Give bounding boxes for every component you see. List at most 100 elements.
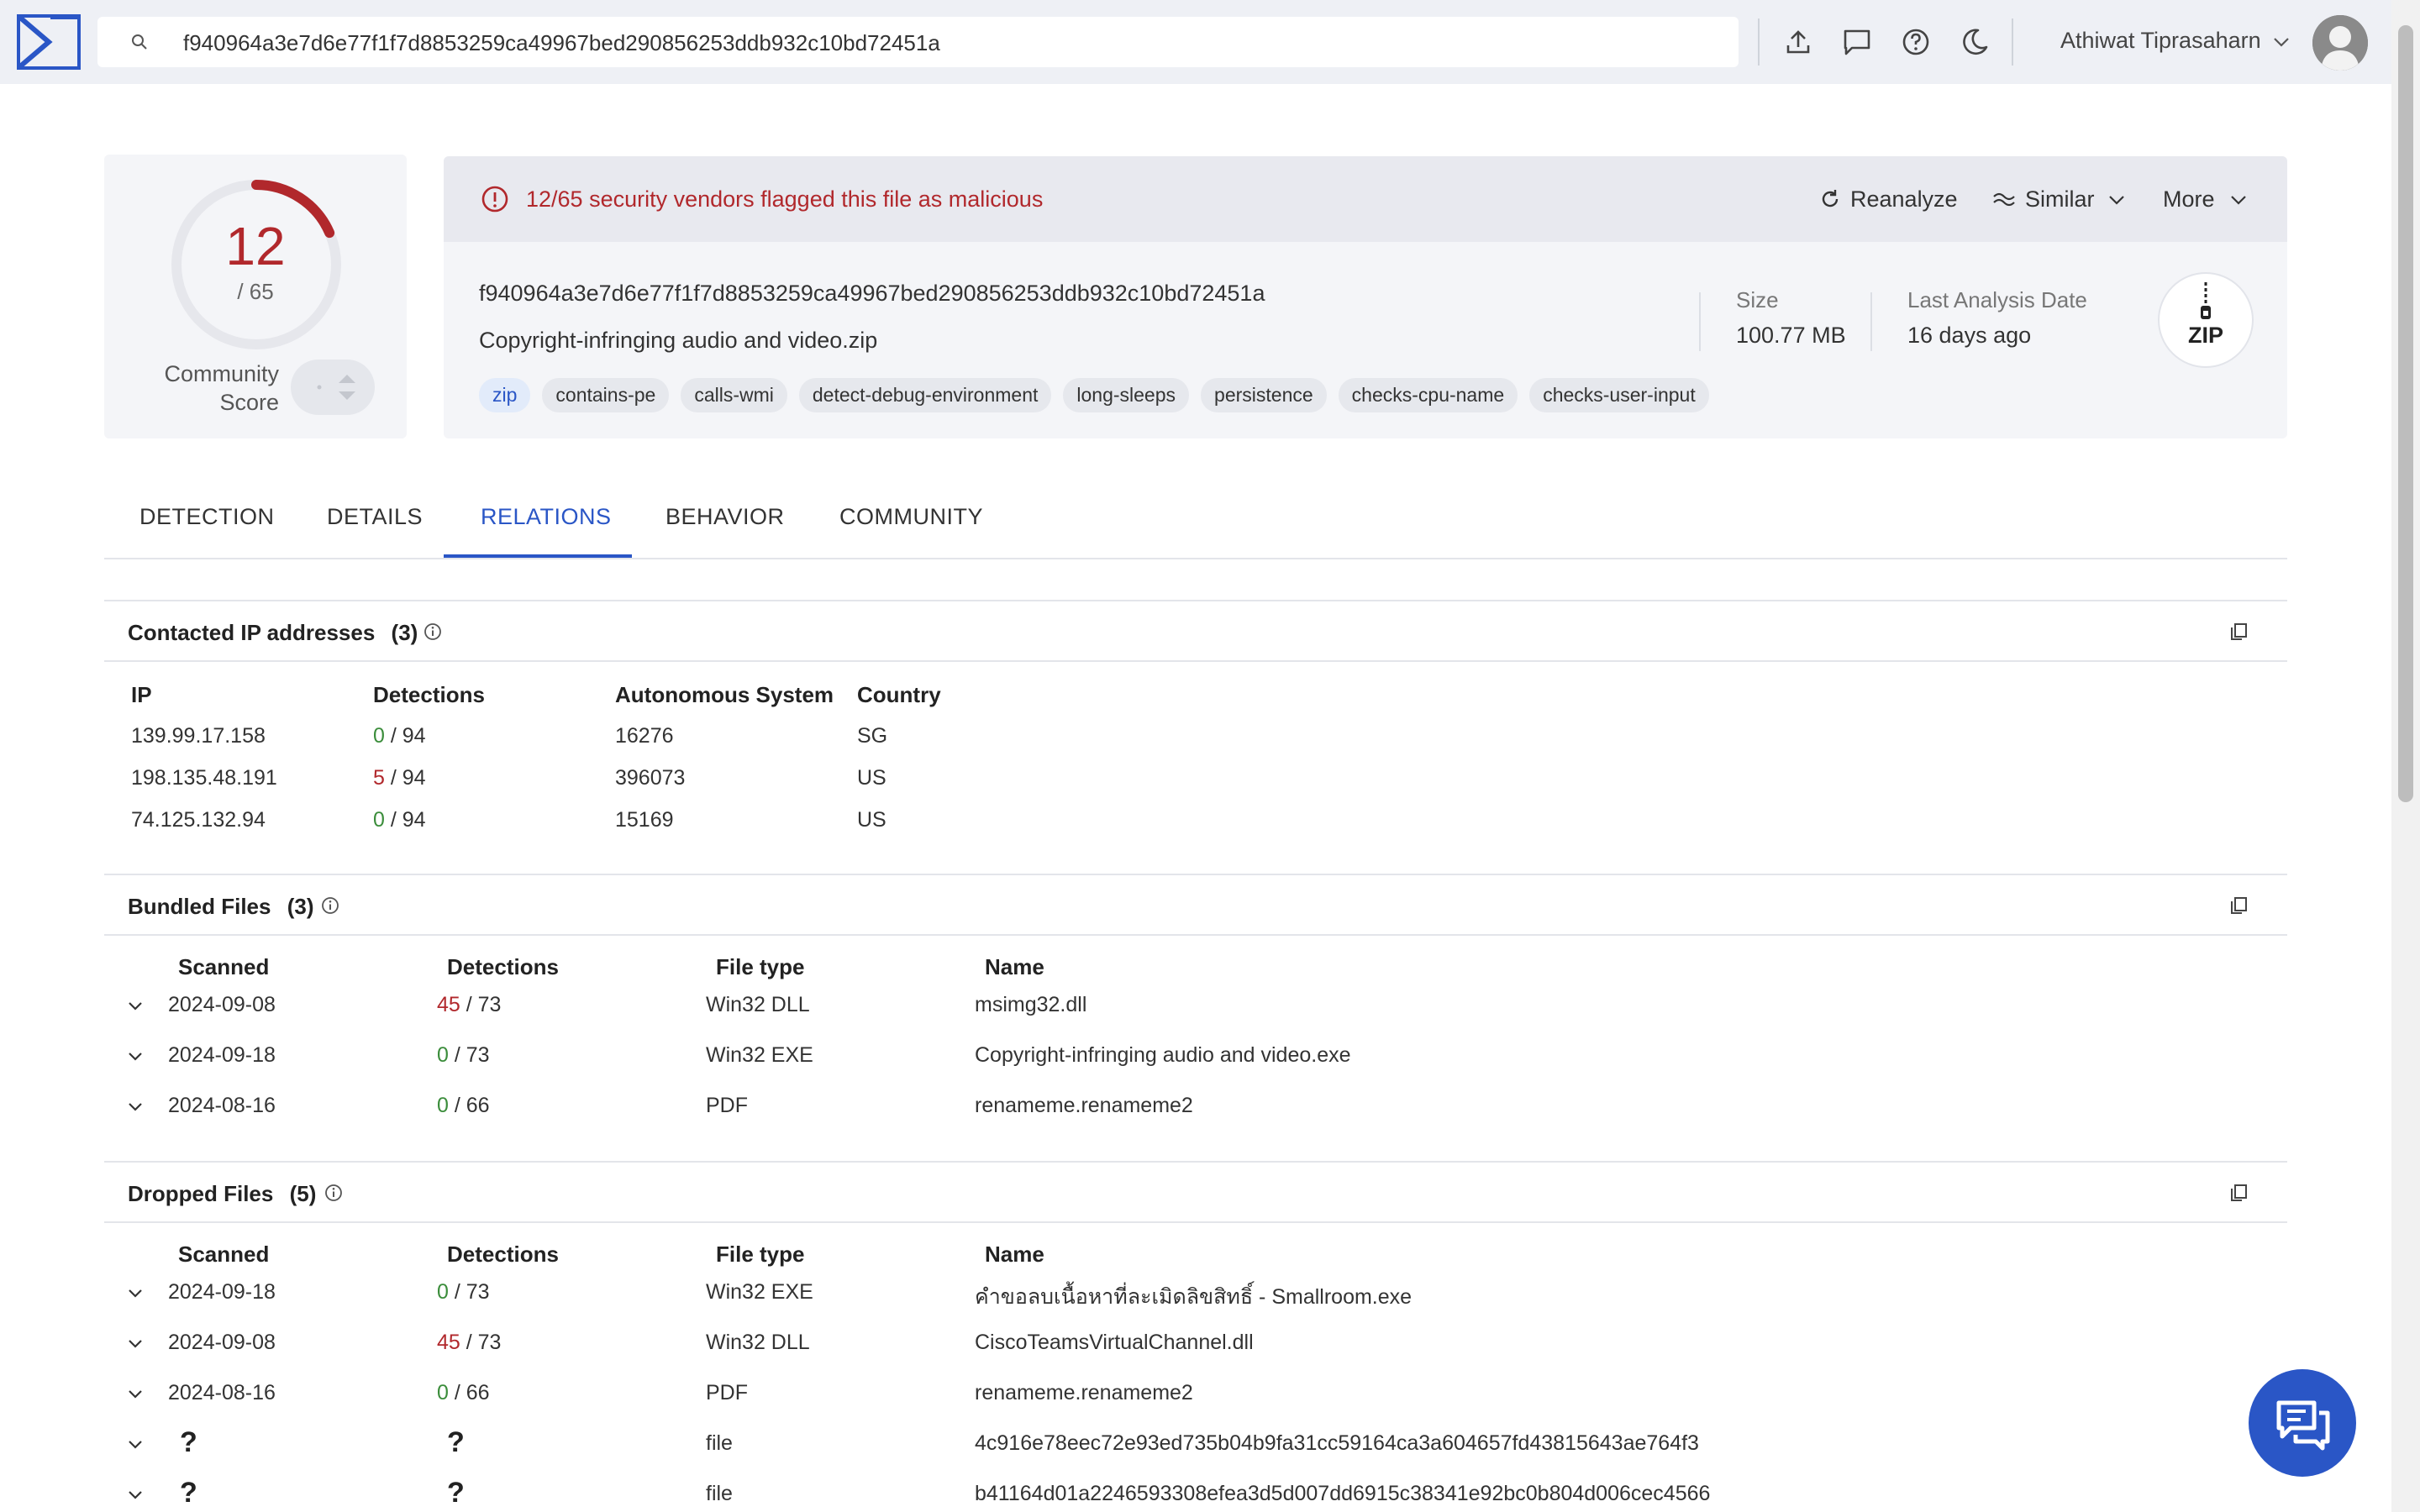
zip-file-icon xyxy=(2201,282,2211,319)
column-header-detections: Detections xyxy=(447,1242,559,1267)
ip-address-link[interactable]: 198.135.48.191 xyxy=(131,766,277,790)
tag[interactable]: persistence xyxy=(1201,378,1327,412)
help-icon[interactable] xyxy=(1899,25,1933,59)
vote-arrows-icon xyxy=(317,375,355,400)
file-detections: 45 / 73 xyxy=(437,993,501,1017)
expand-chevron-icon[interactable] xyxy=(126,1097,145,1116)
comment-icon[interactable] xyxy=(1840,25,1874,59)
more-button[interactable]: More xyxy=(2163,186,2248,213)
unknown-detections: ? xyxy=(447,1426,465,1458)
expand-chevron-icon[interactable] xyxy=(126,1334,145,1352)
tab-behavior[interactable]: BEHAVIOR xyxy=(666,504,785,530)
virustotal-logo-icon[interactable] xyxy=(17,14,81,70)
scanned-date: 2024-09-18 xyxy=(168,1043,276,1067)
chevron-down-icon xyxy=(2109,196,2124,205)
toolbar-divider xyxy=(1758,18,1760,66)
tag[interactable]: checks-user-input xyxy=(1529,378,1709,412)
more-label: More xyxy=(2163,186,2215,212)
chat-support-button[interactable] xyxy=(2249,1369,2356,1477)
top-bar: Athiwat Tiprasaharn xyxy=(0,0,2391,84)
expand-chevron-icon[interactable] xyxy=(126,996,145,1015)
tab-relations[interactable]: RELATIONS xyxy=(481,504,612,530)
tag[interactable]: checks-cpu-name xyxy=(1338,378,1518,412)
tag[interactable]: calls-wmi xyxy=(681,378,787,412)
zip-badge-label: ZIP xyxy=(2187,323,2223,348)
tag[interactable]: contains-pe xyxy=(542,378,670,412)
tab-community[interactable]: COMMUNITY xyxy=(839,504,983,530)
tab-detection[interactable]: DETECTION xyxy=(139,504,275,530)
scanned-date: 2024-08-16 xyxy=(168,1381,276,1404)
detection-total: / 73 xyxy=(454,1043,490,1067)
last-analysis-value: 16 days ago xyxy=(1907,323,2032,348)
column-header-file-type: File type xyxy=(716,954,805,979)
unknown-detections: ? xyxy=(447,1477,465,1509)
refresh-icon xyxy=(1822,190,1839,207)
file-hash[interactable]: f940964a3e7d6e77f1f7d8853259ca49967bed29… xyxy=(479,281,1265,307)
file-name-link[interactable]: msimg32.dll xyxy=(975,993,1086,1017)
avatar[interactable] xyxy=(2312,15,2368,71)
chevron-down-icon[interactable] xyxy=(2271,32,2291,52)
community-score-label: Community Score xyxy=(164,361,279,415)
detection-count: 45 xyxy=(437,1331,460,1354)
section-count: (3) xyxy=(287,894,314,919)
file-hash-link[interactable]: b41164d01a2246593308efea3d5d007dd6915c38… xyxy=(975,1482,1710,1506)
column-header-name: Name xyxy=(985,954,1044,979)
tag[interactable]: zip xyxy=(479,378,531,412)
ip-address-link[interactable]: 139.99.17.158 xyxy=(131,724,266,748)
search-bar[interactable] xyxy=(97,17,1739,67)
detection-count: 45 xyxy=(437,993,460,1016)
info-icon[interactable] xyxy=(324,1184,343,1202)
detection-count: 5 xyxy=(373,766,385,790)
ip-country: US xyxy=(857,766,886,790)
file-name-link[interactable]: renameme.renameme2 xyxy=(975,1094,1193,1118)
file-name-link[interactable]: renameme.renameme2 xyxy=(975,1381,1193,1405)
report-tabs: DETECTION DETAILS RELATIONS BEHAVIOR COM… xyxy=(104,479,2287,559)
info-icon[interactable] xyxy=(424,622,442,641)
last-analysis-label: Last Analysis Date xyxy=(1907,287,2087,312)
copy-icon[interactable] xyxy=(2228,622,2249,642)
section-divider xyxy=(104,1161,2287,1163)
scanned-date: 2024-09-08 xyxy=(168,1331,276,1354)
file-detections: 0 / 73 xyxy=(437,1280,490,1305)
info-icon[interactable] xyxy=(321,896,339,915)
file-name-link[interactable]: Copyright-infringing audio and video.exe xyxy=(975,1043,1351,1068)
ip-detections: 0 / 94 xyxy=(373,808,426,832)
file-detections: 0 / 73 xyxy=(437,1043,490,1068)
chevron-down-icon xyxy=(2231,196,2246,205)
detection-count: 0 xyxy=(373,808,385,832)
expand-chevron-icon[interactable] xyxy=(126,1485,145,1504)
expand-chevron-icon[interactable] xyxy=(126,1047,145,1065)
tag[interactable]: detect-debug-environment xyxy=(798,378,1052,412)
community-score-vote[interactable] xyxy=(291,360,375,415)
copy-icon[interactable] xyxy=(2228,1183,2249,1203)
file-detections: 0 / 66 xyxy=(437,1094,490,1118)
copy-icon[interactable] xyxy=(2228,895,2249,916)
expand-chevron-icon[interactable] xyxy=(126,1384,145,1403)
expand-chevron-icon[interactable] xyxy=(126,1284,145,1302)
file-type-badge: ZIP xyxy=(2158,272,2254,368)
active-tab-indicator xyxy=(444,554,632,558)
scanned-date: 2024-09-08 xyxy=(168,993,276,1016)
upload-icon[interactable] xyxy=(1781,25,1815,59)
user-name[interactable]: Athiwat Tiprasaharn xyxy=(2060,28,2261,54)
file-name: Copyright-infringing audio and video.zip xyxy=(479,328,878,353)
column-header-detections: Detections xyxy=(373,682,485,707)
search-input[interactable] xyxy=(182,25,1714,60)
size-label: Size xyxy=(1736,287,1779,312)
dark-mode-icon[interactable] xyxy=(1958,25,1991,59)
tab-details[interactable]: DETAILS xyxy=(327,504,423,530)
column-header-scanned: Scanned xyxy=(178,954,270,979)
tag[interactable]: long-sleeps xyxy=(1063,378,1190,412)
file-name-link[interactable]: คำขอลบเนื้อหาที่ละเมิดลิขสิทธิ์ - Smallr… xyxy=(975,1280,1412,1314)
expand-chevron-icon[interactable] xyxy=(126,1435,145,1453)
reanalyze-button[interactable]: Reanalyze xyxy=(1818,186,1958,213)
file-type: Win32 DLL xyxy=(706,1331,810,1354)
similar-button[interactable]: Similar xyxy=(1991,186,2126,213)
file-type: Win32 EXE xyxy=(706,1280,813,1304)
page-scrollbar[interactable] xyxy=(2391,0,2420,1512)
file-name-link[interactable]: CiscoTeamsVirtualChannel.dll xyxy=(975,1331,1254,1355)
scrollbar-thumb[interactable] xyxy=(2398,25,2413,802)
ip-address-link[interactable]: 74.125.132.94 xyxy=(131,808,266,832)
section-title-text: Dropped Files xyxy=(128,1181,274,1206)
file-hash-link[interactable]: 4c916e78eec72e93ed735b04b9fa31cc59164ca3… xyxy=(975,1431,1699,1456)
